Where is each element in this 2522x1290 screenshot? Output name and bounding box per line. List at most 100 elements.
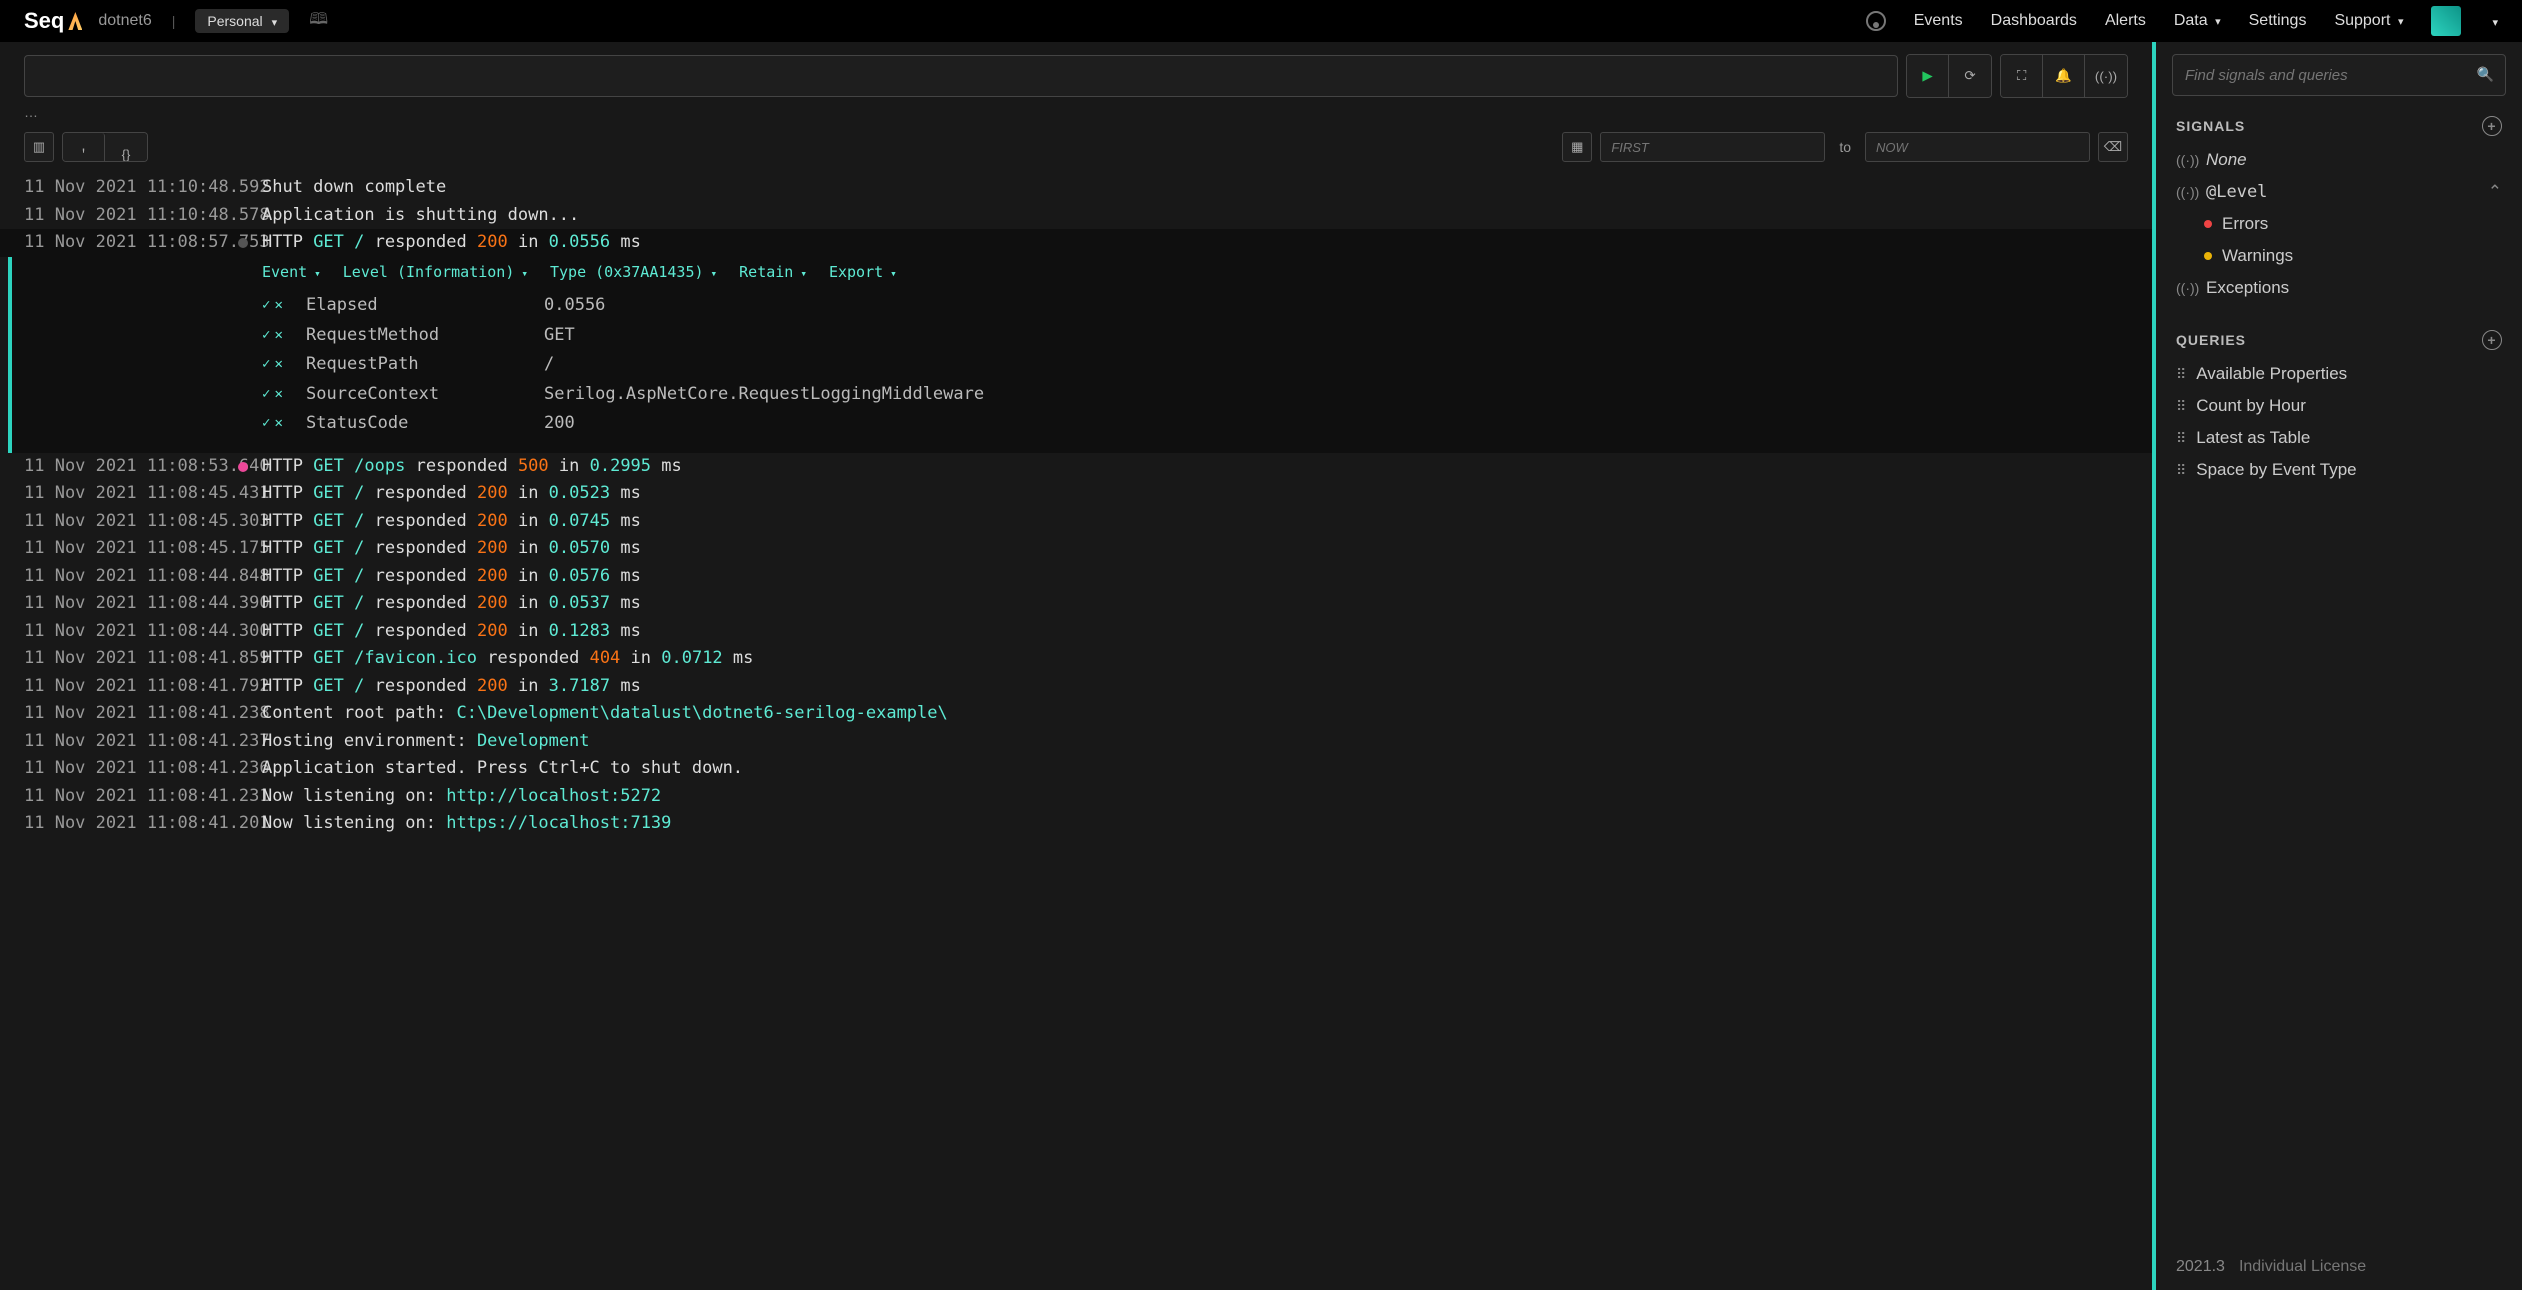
level-dot xyxy=(238,599,248,609)
signal-exceptions[interactable]: ((·)) Exceptions xyxy=(2156,272,2522,304)
nav-alerts[interactable]: Alerts xyxy=(2105,12,2146,30)
signal-icon: ((·)) xyxy=(2176,152,2196,168)
detail-action[interactable]: Level (Information) xyxy=(343,261,528,284)
detail-action[interactable]: Event xyxy=(262,261,321,284)
expand-button[interactable]: ⛶ xyxy=(2001,55,2043,97)
level-dot xyxy=(238,238,248,248)
x-icon[interactable]: ✕ xyxy=(274,325,282,346)
check-icon[interactable]: ✓ xyxy=(262,384,270,405)
timestamp: 11 Nov 2021 11:08:41.201 xyxy=(24,811,224,837)
query-input[interactable] xyxy=(24,55,1898,97)
property-value: Serilog.AspNetCore.RequestLoggingMiddlew… xyxy=(544,382,984,408)
message: HTTP GET /favicon.ico responded 404 in 0… xyxy=(262,646,2128,672)
event-row[interactable]: 11 Nov 2021 11:08:41.792HTTP GET / respo… xyxy=(0,673,2152,701)
nav-dashboards[interactable]: Dashboards xyxy=(1991,12,2077,30)
property-value: 200 xyxy=(544,411,575,437)
detail-action[interactable]: Retain xyxy=(739,261,807,284)
refresh-button[interactable]: ⟳ xyxy=(1949,55,1991,97)
workspace-dropdown[interactable]: Personal xyxy=(195,9,289,33)
event-row[interactable]: 11 Nov 2021 11:08:41.236Application star… xyxy=(0,755,2152,783)
level-dot xyxy=(238,572,248,582)
message: Now listening on: http://localhost:5272 xyxy=(262,784,2128,810)
signal-warnings[interactable]: Warnings xyxy=(2156,240,2522,272)
from-date-input[interactable] xyxy=(1600,132,1825,162)
event-row[interactable]: 11 Nov 2021 11:08:44.300HTTP GET / respo… xyxy=(0,618,2152,646)
run-button[interactable]: ▶ xyxy=(1907,55,1949,97)
event-row[interactable]: 11 Nov 2021 11:08:45.303HTTP GET / respo… xyxy=(0,508,2152,536)
query-item[interactable]: ⠿Space by Event Type xyxy=(2156,454,2522,486)
add-signal-button[interactable]: + xyxy=(2482,116,2502,136)
event-row[interactable]: 11 Nov 2021 11:10:48.592Shut down comple… xyxy=(0,174,2152,202)
nav-settings[interactable]: Settings xyxy=(2249,12,2307,30)
quote-button[interactable]: ＇ xyxy=(63,133,105,162)
nav-left: dotnet6 | Personal 🕮 xyxy=(98,8,328,35)
topbar: Seq dotnet6 | Personal 🕮 Events Dashboar… xyxy=(0,0,2522,42)
event-row[interactable]: 11 Nov 2021 11:10:48.578Application is s… xyxy=(0,202,2152,230)
timestamp: 11 Nov 2021 11:08:45.431 xyxy=(24,481,224,507)
level-dot xyxy=(238,682,248,692)
nav-support[interactable]: Support xyxy=(2334,12,2403,30)
x-icon[interactable]: ✕ xyxy=(274,295,282,316)
message: Application is shutting down... xyxy=(262,203,2128,229)
logo[interactable]: Seq xyxy=(24,8,82,34)
nav-data[interactable]: Data xyxy=(2174,12,2221,30)
event-row[interactable]: 11 Nov 2021 11:08:41.231Now listening on… xyxy=(0,783,2152,811)
error-bullet-icon xyxy=(2204,220,2212,228)
check-icon[interactable]: ✓ xyxy=(262,325,270,346)
detail-action[interactable]: Type (0x37AA1435) xyxy=(550,261,717,284)
check-icon[interactable]: ✓ xyxy=(262,295,270,316)
property-row: ✓✕ RequestPath / xyxy=(262,350,2128,380)
to-date-input[interactable] xyxy=(1865,132,2090,162)
braces-icon: {} xyxy=(122,147,131,162)
level-dot xyxy=(238,654,248,664)
event-row[interactable]: 11 Nov 2021 11:08:41.238Content root pat… xyxy=(0,700,2152,728)
backspace-icon: ⌫ xyxy=(2104,139,2122,155)
theme-toggle-icon[interactable] xyxy=(1866,11,1886,31)
message: Shut down complete xyxy=(262,175,2128,201)
query-item[interactable]: ⠿Latest as Table xyxy=(2156,422,2522,454)
bookmark-icon[interactable]: 🕮 xyxy=(309,8,328,35)
event-row[interactable]: 11 Nov 2021 11:08:41.237Hosting environm… xyxy=(0,728,2152,756)
x-icon[interactable]: ✕ xyxy=(274,413,282,434)
event-row[interactable]: 11 Nov 2021 11:08:57.753HTTP GET / respo… xyxy=(0,229,2152,257)
add-query-button[interactable]: + xyxy=(2482,330,2502,350)
level-dot xyxy=(238,819,248,829)
chart-toggle-button[interactable]: ▥ xyxy=(24,132,54,162)
grid-icon: ⠿ xyxy=(2176,430,2184,447)
event-row[interactable]: 11 Nov 2021 11:08:41.201Now listening on… xyxy=(0,810,2152,838)
detail-action[interactable]: Export xyxy=(829,261,897,284)
event-row[interactable]: 11 Nov 2021 11:08:45.431HTTP GET / respo… xyxy=(0,480,2152,508)
calendar-button[interactable]: ▦ xyxy=(1562,132,1592,162)
check-icon[interactable]: ✓ xyxy=(262,354,270,375)
message: HTTP GET / responded 200 in 3.7187 ms xyxy=(262,674,2128,700)
event-row[interactable]: 11 Nov 2021 11:08:44.390HTTP GET / respo… xyxy=(0,590,2152,618)
check-icon[interactable]: ✓ xyxy=(262,413,270,434)
avatar[interactable] xyxy=(2431,6,2461,36)
sidebar-search-input[interactable] xyxy=(2172,54,2506,96)
query-item[interactable]: ⠿Available Properties xyxy=(2156,358,2522,390)
calendar-icon: ▦ xyxy=(1571,139,1583,155)
message: Content root path: C:\Development\datalu… xyxy=(262,701,2128,727)
bar-chart-icon: ▥ xyxy=(33,139,45,155)
braces-button[interactable]: {} xyxy=(105,133,147,162)
stream-button[interactable]: ((·)) xyxy=(2085,55,2127,97)
user-menu-chevron[interactable] xyxy=(2489,13,2498,29)
signal-errors[interactable]: Errors xyxy=(2156,208,2522,240)
x-icon[interactable]: ✕ xyxy=(274,384,282,405)
timestamp: 11 Nov 2021 11:08:44.390 xyxy=(24,591,224,617)
sidebar-footer: 2021.3 Individual License xyxy=(2156,1244,2522,1290)
signal-none[interactable]: ((·)) None xyxy=(2156,144,2522,176)
project-link[interactable]: dotnet6 xyxy=(98,12,151,30)
level-dot xyxy=(238,709,248,719)
nav-events[interactable]: Events xyxy=(1914,12,1963,30)
event-row[interactable]: 11 Nov 2021 11:08:53.640HTTP GET /oops r… xyxy=(0,453,2152,481)
signal-level[interactable]: ((·)) @Level ⌃ xyxy=(2156,176,2522,208)
query-item[interactable]: ⠿Count by Hour xyxy=(2156,390,2522,422)
event-row[interactable]: 11 Nov 2021 11:08:41.859HTTP GET /favico… xyxy=(0,645,2152,673)
event-row[interactable]: 11 Nov 2021 11:08:45.175HTTP GET / respo… xyxy=(0,535,2152,563)
event-row[interactable]: 11 Nov 2021 11:08:44.848HTTP GET / respo… xyxy=(0,563,2152,591)
x-icon[interactable]: ✕ xyxy=(274,354,282,375)
clear-range-button[interactable]: ⌫ xyxy=(2098,132,2128,162)
message: Application started. Press Ctrl+C to shu… xyxy=(262,756,2128,782)
alert-button[interactable]: 🔔 xyxy=(2043,55,2085,97)
